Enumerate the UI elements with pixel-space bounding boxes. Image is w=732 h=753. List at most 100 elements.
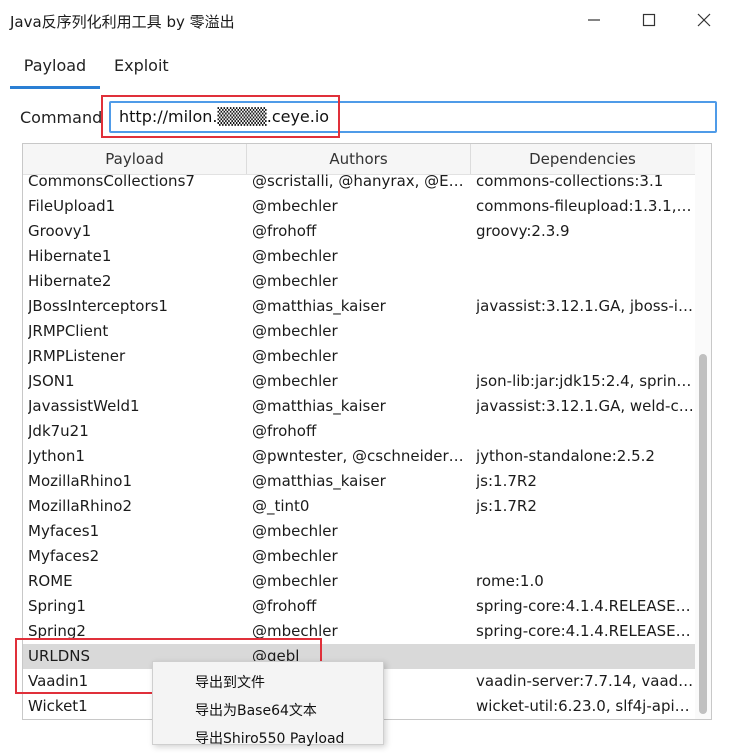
- cell-payload: Hibernate2: [28, 272, 112, 290]
- cell-dependencies: [476, 344, 694, 369]
- cell-payload: FileUpload1: [28, 197, 116, 215]
- cell-dependencies: js:1.7R2: [476, 472, 537, 490]
- cell-dependencies: rome:1.0: [476, 572, 544, 590]
- maximize-icon: [642, 13, 656, 27]
- table-body: CommonsCollections7 @scristalli, @hanyrax…: [23, 174, 695, 719]
- window-title: Java反序列化利用工具 by 零溢出: [10, 13, 235, 31]
- table-row[interactable]: JRMPListener @mbechler: [23, 344, 695, 369]
- menu-item-export-shiro550[interactable]: 导出Shiro550 Payload: [153, 725, 383, 753]
- close-button[interactable]: [689, 8, 719, 32]
- maximize-button[interactable]: [634, 8, 664, 32]
- vertical-scrollbar[interactable]: [695, 144, 711, 719]
- cell-authors: @mbechler: [252, 347, 338, 365]
- close-icon: [697, 13, 711, 27]
- cell-payload: Hibernate1: [28, 247, 112, 265]
- table-row[interactable]: Groovy1 @frohoff groovy:2.3.9: [23, 219, 695, 244]
- cell-authors: @frohoff: [252, 597, 317, 615]
- column-header-authors[interactable]: Authors: [247, 144, 471, 174]
- cell-payload: MozillaRhino1: [28, 472, 133, 490]
- table-row[interactable]: Hibernate2 @mbechler: [23, 269, 695, 294]
- cell-authors: @mbechler: [252, 372, 338, 390]
- minimize-icon: [588, 19, 600, 21]
- cell-dependencies: jython-standalone:2.5.2: [476, 447, 655, 465]
- tab-bar: Payload Exploit: [0, 48, 732, 90]
- cell-authors: @matthias_kaiser: [252, 397, 386, 415]
- cell-authors: @frohoff: [252, 422, 317, 440]
- menu-item-export-base64[interactable]: 导出为Base64文本: [153, 697, 383, 725]
- cell-payload: Jython1: [28, 447, 85, 465]
- cell-payload: Myfaces1: [28, 522, 100, 540]
- cell-payload: Jdk7u21: [28, 422, 89, 440]
- cell-dependencies: js:1.7R2: [476, 497, 537, 515]
- cell-dependencies: json-lib:jar:jdk15:2.4, spring-aop: [476, 372, 694, 390]
- cell-authors: @mbechler: [252, 272, 338, 290]
- cell-dependencies: spring-core:4.1.4.RELEASE, spring-beans: [476, 597, 694, 615]
- table-row[interactable]: Spring2 @mbechler spring-core:4.1.4.RELEAS…: [23, 619, 695, 644]
- column-header-dependencies[interactable]: Dependencies: [471, 144, 694, 174]
- table-row[interactable]: Myfaces1 @mbechler: [23, 519, 695, 544]
- table-row[interactable]: JRMPClient @mbechler: [23, 319, 695, 344]
- cell-payload: JSON1: [28, 372, 75, 390]
- cell-authors: @mbechler: [252, 622, 338, 640]
- cell-dependencies: [476, 269, 694, 294]
- tab-exploit[interactable]: Exploit: [112, 56, 171, 86]
- cell-authors: @mbechler: [252, 572, 338, 590]
- table-row[interactable]: JBossInterceptors1 @matthias_kaiser javass…: [23, 294, 695, 319]
- minimize-button[interactable]: [579, 8, 609, 32]
- cell-payload: ROME: [28, 572, 73, 590]
- cell-authors: @_tint0: [252, 497, 310, 515]
- watermark: [560, 652, 720, 702]
- cell-authors: @matthias_kaiser: [252, 472, 386, 490]
- payload-table: Payload Authors Dependencies CommonsColl…: [22, 143, 712, 720]
- cell-payload: JRMPListener: [28, 347, 126, 365]
- context-menu: 导出到文件 导出为Base64文本 导出Shiro550 Payload: [152, 661, 384, 747]
- cell-authors: @mbechler: [252, 247, 338, 265]
- cell-dependencies: javassist:3.12.1.GA, jboss-interceptor: [476, 297, 694, 315]
- table-row[interactable]: MozillaRhino2 @_tint0 js:1.7R2: [23, 494, 695, 519]
- table-header: Payload Authors Dependencies: [23, 144, 695, 175]
- cell-authors: @matthias_kaiser: [252, 297, 386, 315]
- cell-authors: @mbechler: [252, 522, 338, 540]
- column-header-payload[interactable]: Payload: [23, 144, 247, 174]
- table-row[interactable]: FileUpload1 @mbechler commons-fileupload:1…: [23, 194, 695, 219]
- cell-authors: @scristalli, @hanyrax, @Edoardo: [252, 174, 468, 190]
- cell-payload: Myfaces2: [28, 547, 100, 565]
- cell-authors: @mbechler: [252, 322, 338, 340]
- tab-payload[interactable]: Payload: [10, 56, 100, 89]
- cell-dependencies: [476, 419, 694, 444]
- cell-dependencies: spring-core:4.1.4.RELEASE, spring-aop: [476, 622, 694, 640]
- command-label: Command: [20, 108, 103, 127]
- cell-dependencies: commons-collections:3.1: [476, 174, 664, 190]
- cell-payload: MozillaRhino2: [28, 497, 133, 515]
- table-row[interactable]: MozillaRhino1 @matthias_kaiser js:1.7R2: [23, 469, 695, 494]
- table-row[interactable]: CommonsCollections7 @scristalli, @hanyrax…: [23, 174, 695, 194]
- cell-dependencies: groovy:2.3.9: [476, 222, 570, 240]
- cell-dependencies: commons-fileupload:1.3.1, commons-io:2.4: [476, 197, 694, 215]
- table-row[interactable]: Jdk7u21 @frohoff: [23, 419, 695, 444]
- menu-item-export-file[interactable]: 导出到文件: [153, 669, 383, 697]
- cell-payload: Groovy1: [28, 222, 92, 240]
- table-row[interactable]: Jython1 @pwntester, @cschneider4711 jython…: [23, 444, 695, 469]
- cell-dependencies: [476, 244, 694, 269]
- title-bar: Java反序列化利用工具 by 零溢出: [0, 0, 732, 40]
- cell-payload: JRMPClient: [28, 322, 109, 340]
- table-row[interactable]: ROME @mbechler rome:1.0: [23, 569, 695, 594]
- table-row[interactable]: Myfaces2 @mbechler: [23, 544, 695, 569]
- table-row[interactable]: Hibernate1 @mbechler: [23, 244, 695, 269]
- cell-payload: JavassistWeld1: [28, 397, 140, 415]
- table-row[interactable]: Spring1 @frohoff spring-core:4.1.4.RELEASE…: [23, 594, 695, 619]
- cell-authors: @mbechler: [252, 197, 338, 215]
- cell-dependencies: [476, 319, 694, 344]
- cell-authors: @mbechler: [252, 547, 338, 565]
- table-row[interactable]: JavassistWeld1 @matthias_kaiser javassist:…: [23, 394, 695, 419]
- cell-dependencies: javassist:3.12.1.GA, weld-core: [476, 397, 694, 415]
- cell-payload: CommonsCollections7: [28, 174, 195, 190]
- cell-dependencies: [476, 544, 694, 569]
- cell-authors: @frohoff: [252, 222, 317, 240]
- cell-payload: JBossInterceptors1: [28, 297, 168, 315]
- command-input[interactable]: [109, 101, 717, 133]
- cell-dependencies: [476, 519, 694, 544]
- cell-payload: Spring2: [28, 622, 86, 640]
- table-row[interactable]: JSON1 @mbechler json-lib:jar:jdk15:2.4, sp…: [23, 369, 695, 394]
- cell-authors: @pwntester, @cschneider4711: [252, 447, 468, 465]
